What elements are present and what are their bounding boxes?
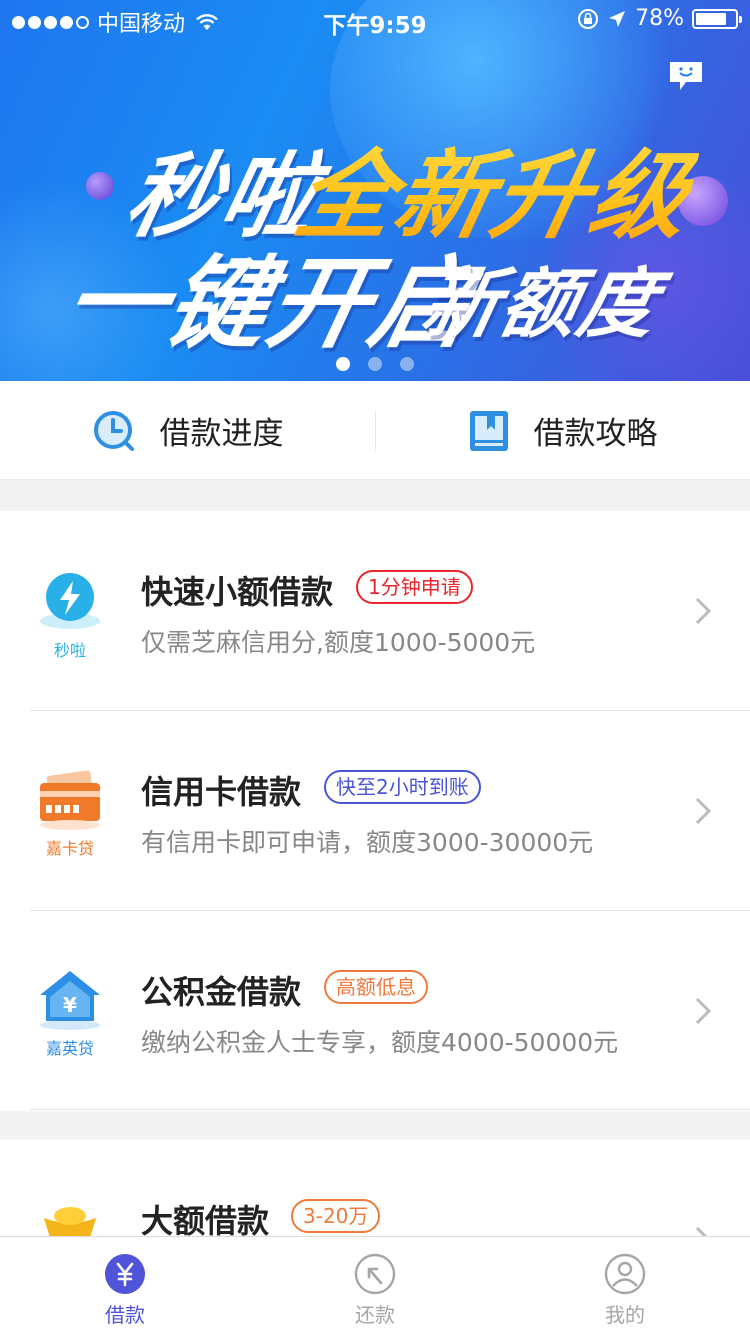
promo-banner[interactable]: 中国移动 下午9:59 78% 秒啦 全新升级 一键开启 新额度 bbox=[0, 0, 750, 381]
clock-icon bbox=[93, 410, 134, 451]
loan-item-credit-card[interactable]: 嘉卡贷 信用卡借款 快至2小时到账 有信用卡即可申请，额度3000-30000元 bbox=[0, 711, 750, 911]
chevron-right-icon bbox=[695, 997, 712, 1025]
loan-description: 有信用卡即可申请，额度3000-30000元 bbox=[141, 828, 594, 857]
svg-text:¥: ¥ bbox=[63, 993, 77, 1017]
chat-support-icon[interactable] bbox=[668, 60, 704, 92]
logo-caption: 嘉卡贷 bbox=[45, 839, 94, 858]
loan-list-large: 大额借款 3-20万 bbox=[0, 1140, 750, 1254]
logo-caption: 秒啦 bbox=[53, 641, 86, 660]
status-bar: 中国移动 下午9:59 78% bbox=[0, 0, 750, 40]
repay-icon bbox=[354, 1253, 396, 1295]
chevron-right-icon bbox=[695, 797, 712, 825]
loan-logo: 嘉卡贷 bbox=[36, 769, 104, 859]
pager-dot[interactable] bbox=[400, 357, 414, 371]
tab-label: 还款 bbox=[355, 1303, 395, 1327]
tab-label: 我的 bbox=[605, 1303, 645, 1327]
quick-link-label: 借款进度 bbox=[159, 416, 284, 452]
tab-label: 借款 bbox=[105, 1303, 145, 1327]
loan-item-quick-small[interactable]: 秒啦 快速小额借款 1分钟申请 仅需芝麻信用分,额度1000-5000元 bbox=[0, 511, 750, 711]
quick-links: 借款进度 借款攻略 bbox=[0, 381, 750, 480]
banner-sphere bbox=[86, 172, 114, 200]
lightning-icon bbox=[40, 573, 100, 629]
banner-pager bbox=[336, 357, 414, 371]
profile-icon bbox=[604, 1253, 646, 1295]
divider bbox=[30, 1109, 750, 1110]
loan-description: 缴纳公积金人士专享，额度4000-50000元 bbox=[141, 1028, 619, 1057]
loan-title: 信用卡借款 bbox=[141, 773, 302, 811]
credit-card-icon bbox=[40, 770, 100, 830]
house-icon: ¥ bbox=[40, 971, 100, 1030]
battery-percent: 78% bbox=[635, 6, 684, 31]
rotation-lock-icon bbox=[578, 8, 599, 29]
loan-description: 仅需芝麻信用分,额度1000-5000元 bbox=[141, 628, 536, 657]
tab-bar: 借款 还款 我的 bbox=[0, 1236, 750, 1334]
yuan-icon bbox=[105, 1254, 145, 1294]
pager-dot[interactable] bbox=[336, 357, 350, 371]
pager-dot[interactable] bbox=[368, 357, 382, 371]
divider bbox=[375, 411, 376, 451]
loan-title: 公积金借款 bbox=[141, 973, 302, 1011]
loan-tag: 快至2小时到账 bbox=[324, 770, 481, 804]
logo-caption: 嘉英贷 bbox=[45, 1039, 94, 1058]
quick-link-label: 借款攻略 bbox=[533, 416, 658, 452]
banner-subheadline: 新额度 bbox=[414, 259, 668, 348]
battery-icon bbox=[692, 8, 742, 29]
loan-guide-link[interactable]: 借款攻略 bbox=[375, 381, 750, 480]
loan-tag: 3-20万 bbox=[291, 1199, 381, 1233]
loan-title: 快速小额借款 bbox=[141, 573, 334, 611]
loan-item-housing-fund[interactable]: ¥ 嘉英贷 公积金借款 高额低息 缴纳公积金人士专享，额度4000-50000元 bbox=[0, 911, 750, 1111]
tab-borrow[interactable]: 借款 bbox=[0, 1237, 250, 1334]
guide-book-icon bbox=[469, 410, 508, 451]
tab-profile[interactable]: 我的 bbox=[500, 1237, 750, 1334]
tab-repay[interactable]: 还款 bbox=[250, 1237, 500, 1334]
chevron-right-icon bbox=[695, 597, 712, 625]
loan-tag: 1分钟申请 bbox=[356, 570, 473, 604]
app-screen: 中国移动 下午9:59 78% 秒啦 全新升级 一键开启 新额度 借款进度 借款… bbox=[0, 0, 750, 1334]
location-arrow-icon bbox=[609, 10, 626, 27]
loan-list: 秒啦 快速小额借款 1分钟申请 仅需芝麻信用分,额度1000-5000元 嘉卡贷… bbox=[0, 511, 750, 1111]
loan-logo: 秒啦 bbox=[36, 571, 104, 661]
loan-progress-link[interactable]: 借款进度 bbox=[0, 381, 375, 480]
loan-logo: ¥ 嘉英贷 bbox=[36, 969, 104, 1059]
loan-tag: 高额低息 bbox=[324, 970, 428, 1004]
